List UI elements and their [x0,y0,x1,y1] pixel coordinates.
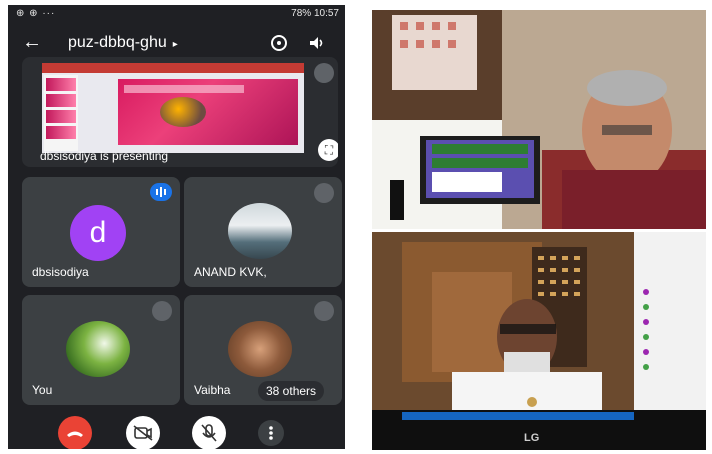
participant-tile-anand-kvk[interactable]: ANAND KVK, [184,177,342,287]
presentation-tile[interactable]: dbsisodiya is presenting ⛶ [22,57,338,167]
avatar [228,203,292,259]
slide-banner [124,85,244,93]
fullscreen-icon[interactable]: ⛶ [318,139,338,161]
chevron-right-icon: ▸ [172,39,178,50]
participant-name: Vaibha [194,383,231,397]
meeting-code[interactable]: puz-dbbq-ghu ▸ [68,34,178,52]
mic-off-icon [152,301,172,321]
avatar: d [70,205,126,261]
mic-off-icon [201,424,217,442]
monitor-brand-logo: LG [524,432,540,444]
camera-toggle-button[interactable] [126,416,160,449]
webcam-photo-bottom: LG [372,232,706,450]
more-options-button[interactable] [258,420,284,446]
room-scene [372,10,706,229]
status-battery-time: 78% 10:57 [291,8,339,19]
end-call-button[interactable] [58,416,92,449]
mic-toggle-button[interactable] [192,416,226,449]
participant-tile-vaibha[interactable]: Vaibha 38 others [184,295,342,405]
slide-main-image [118,79,298,145]
phone-end-icon [67,431,83,437]
participant-name: ANAND KVK, [194,265,267,279]
avatar [228,321,292,377]
phone-meet-app: ⊕ ⊕ ··· 78% 10:57 ← puz-dbbq-ghu ▸ dbsis… [8,5,345,449]
mic-off-icon [314,63,334,83]
slide-thumbnails [44,75,78,151]
shared-slide [42,63,304,153]
bee-image [160,97,206,127]
participant-tile-you[interactable]: You [22,295,180,405]
mic-off-icon [314,183,334,203]
others-count[interactable]: 38 others [258,381,325,401]
more-vertical-icon [269,426,273,440]
status-left-icons: ⊕ ⊕ ··· [16,8,56,19]
presenting-label: dbsisodiya is presenting [40,149,169,163]
switch-camera-icon[interactable] [270,34,288,52]
back-arrow-icon[interactable]: ← [22,31,42,54]
meeting-code-text: puz-dbbq-ghu [68,34,167,51]
speaking-indicator-icon [150,183,172,201]
ppt-ribbon [42,63,304,73]
webcam-photo-top [372,10,706,229]
mic-off-icon [314,301,334,321]
status-bar: ⊕ ⊕ ··· 78% 10:57 [8,5,345,23]
avatar [66,321,130,377]
participant-name: dbsisodiya [32,265,89,279]
video-off-icon [133,425,153,441]
speaker-icon[interactable] [308,34,326,52]
participant-tile-dbsisodiya[interactable]: d dbsisodiya [22,177,180,287]
office-scene [372,232,706,450]
participant-name: You [32,383,53,397]
